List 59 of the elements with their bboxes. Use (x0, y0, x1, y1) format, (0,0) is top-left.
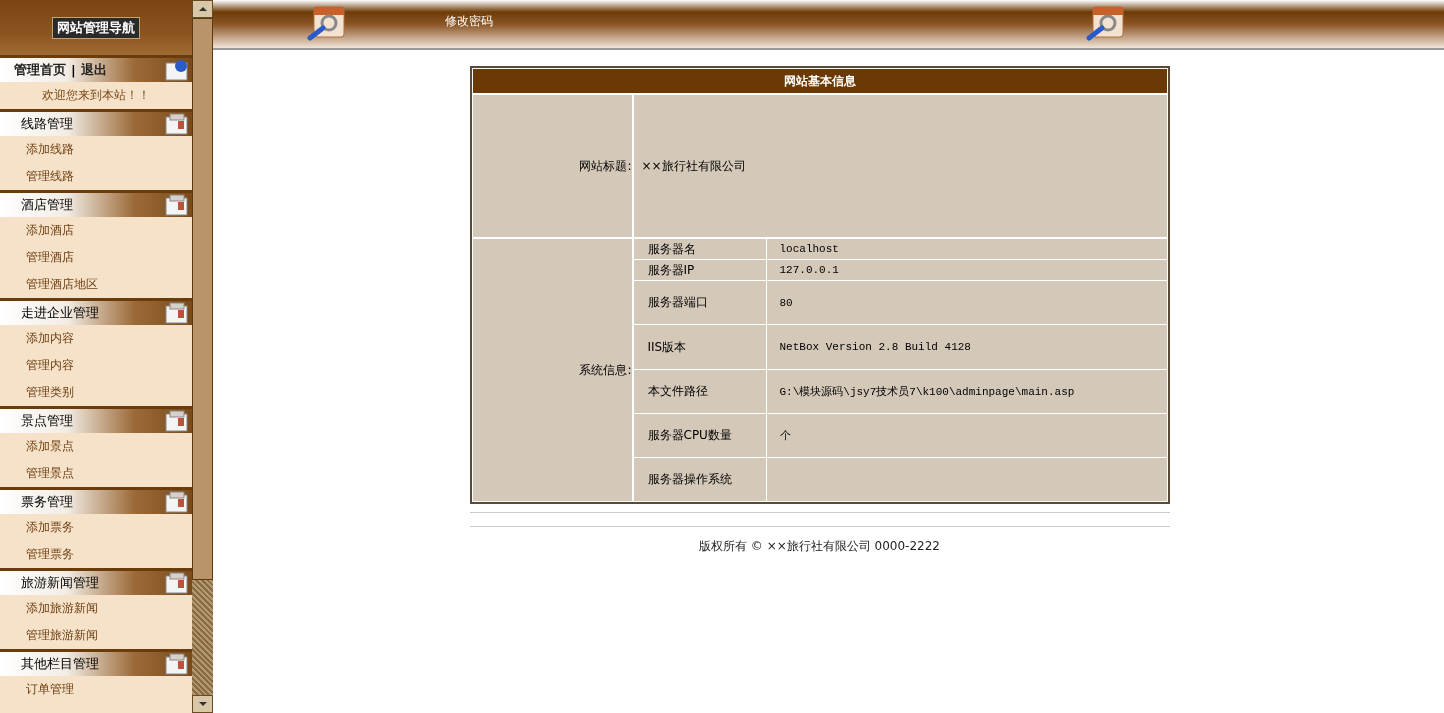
section-header[interactable]: 酒店管理 (0, 190, 192, 217)
section-header[interactable]: 其他栏目管理 (0, 649, 192, 676)
caret-down-icon (198, 702, 207, 706)
home-link[interactable]: 管理首页 (14, 61, 66, 79)
caret-up-icon (198, 7, 207, 11)
sidebar-link[interactable]: 管理酒店地区 (0, 271, 192, 298)
logout-link[interactable]: 退出 (80, 61, 107, 79)
section-title: 走进企业管理 (20, 304, 100, 322)
sidebar-link[interactable]: 管理旅游新闻 (0, 622, 192, 649)
scroll-up-button[interactable] (192, 0, 213, 18)
section-header[interactable]: 旅游新闻管理 (0, 568, 192, 595)
table-cell: IIS版本 (633, 325, 766, 369)
link-separator: | (71, 62, 76, 78)
sidebar-link[interactable]: 管理酒店 (0, 244, 192, 271)
field-label: 网站标题: (472, 95, 632, 237)
sidebar-link[interactable]: 管理景点 (0, 460, 192, 487)
section-title: 景点管理 (20, 412, 74, 430)
table-cell: 127.0.0.1 (766, 260, 1167, 280)
table-cell: G:\模块源码\jsy7技术员7\k100\adminpage\main.asp (766, 370, 1167, 413)
welcome-text: 欢迎您来到本站！！ (41, 87, 151, 104)
copyright-text: 版权所有 © ××旅行社有限公司 0000-2222 (699, 538, 940, 555)
sidebar-link[interactable]: 添加票务 (0, 514, 192, 541)
field-value: ××旅行社有限公司 (633, 95, 1167, 237)
section-title: 票务管理 (20, 493, 74, 511)
section-title: 酒店管理 (20, 196, 74, 214)
sidebar-link[interactable]: 添加旅游新闻 (0, 595, 192, 622)
section-header[interactable]: 线路管理 (0, 109, 192, 136)
section-title: 线路管理 (20, 115, 74, 133)
field-label: 系统信息: (472, 239, 632, 501)
sidebar-link[interactable]: 添加酒店 (0, 217, 192, 244)
sidebar-link[interactable]: 管理类别 (0, 379, 192, 406)
sidebar-link[interactable]: 管理内容 (0, 352, 192, 379)
table-cell: 本文件路径 (633, 370, 766, 413)
sidebar-link[interactable]: 添加内容 (0, 325, 192, 352)
table-cell: 个 (766, 414, 1167, 457)
sidebar-link[interactable]: 管理线路 (0, 163, 192, 190)
table-cell: 服务器名 (633, 239, 766, 259)
section-title: 其他栏目管理 (20, 655, 100, 673)
sidebar-link[interactable]: 管理票务 (0, 541, 192, 568)
section-header[interactable]: 票务管理 (0, 487, 192, 514)
table-cell: 服务器端口 (633, 281, 766, 324)
scrollbar[interactable] (192, 0, 213, 713)
sidebar-link[interactable]: 添加景点 (0, 433, 192, 460)
section-title: 旅游新闻管理 (20, 574, 100, 592)
panel-title: 网站基本信息 (472, 69, 1167, 93)
table-cell: NetBox Version 2.8 Build 4128 (766, 325, 1167, 369)
scrollbar-thumb[interactable] (192, 18, 213, 580)
sidebar-link[interactable]: 订单管理 (0, 676, 192, 703)
table-cell: 服务器CPU数量 (633, 414, 766, 457)
table-cell: 服务器操作系统 (633, 458, 766, 501)
scroll-down-button[interactable] (192, 695, 213, 713)
change-password-link[interactable]: 修改密码 (445, 12, 493, 30)
table-cell: 80 (766, 281, 1167, 324)
sidebar-title: 网站管理导航 (52, 16, 140, 39)
section-header[interactable]: 景点管理 (0, 406, 192, 433)
table-cell: 服务器IP (633, 260, 766, 280)
table-cell: localhost (766, 239, 1167, 259)
sidebar-link[interactable]: 添加线路 (0, 136, 192, 163)
section-header[interactable]: 走进企业管理 (0, 298, 192, 325)
